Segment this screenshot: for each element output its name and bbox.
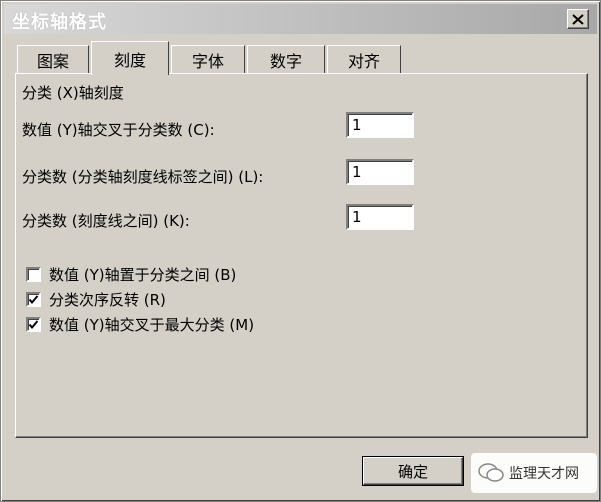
tab-number[interactable]: 数字 bbox=[247, 45, 325, 73]
reverse-order-checkbox[interactable] bbox=[26, 292, 41, 307]
tab-label: 对齐 bbox=[347, 51, 380, 71]
max-category-checkbox[interactable] bbox=[26, 317, 41, 332]
checkbox-row-reverse-order[interactable]: 分类次序反转 (R) bbox=[26, 289, 166, 310]
tab-alignment[interactable]: 对齐 bbox=[327, 45, 401, 73]
tab-label: 刻度 bbox=[113, 50, 146, 70]
tick-interval-label: 分类数 (刻度线之间) (K): bbox=[22, 212, 190, 230]
ok-button-label: 确定 bbox=[397, 462, 428, 481]
tab-panel-scale: 分类 (X)轴刻度 数值 (Y)轴交叉于分类数 (C): 分类数 (分类轴刻度线… bbox=[15, 73, 588, 438]
label-interval-label: 分类数 (分类轴刻度线标签之间) (L): bbox=[22, 168, 264, 186]
tick-interval-input[interactable] bbox=[346, 204, 414, 230]
checkbox-label: 数值 (Y)轴置于分类之间 (B) bbox=[49, 266, 237, 284]
watermark: 监理天才网 bbox=[471, 453, 597, 493]
checkbox-row-between-categories[interactable]: 数值 (Y)轴置于分类之间 (B) bbox=[26, 264, 236, 285]
between-categories-checkbox[interactable] bbox=[26, 267, 41, 282]
checkbox-row-max-category[interactable]: 数值 (Y)轴交叉于最大分类 (M) bbox=[26, 314, 254, 335]
wechat-icon bbox=[478, 463, 504, 482]
tab-label: 数字 bbox=[269, 51, 302, 71]
tab-scale[interactable]: 刻度 bbox=[91, 41, 169, 75]
tab-patterns[interactable]: 图案 bbox=[17, 45, 89, 73]
close-button[interactable] bbox=[567, 9, 589, 29]
checkbox-label: 分类次序反转 (R) bbox=[49, 291, 166, 309]
crosses-at-label: 数值 (Y)轴交叉于分类数 (C): bbox=[22, 121, 215, 139]
ok-button[interactable]: 确定 bbox=[363, 457, 463, 485]
crosses-at-input[interactable] bbox=[346, 112, 414, 138]
close-icon bbox=[572, 13, 584, 25]
dialog-window: 坐标轴格式 图案 刻度 字体 数字 对齐 分类 (X)轴刻度 数值 (Y)轴交叉… bbox=[0, 0, 601, 502]
tab-font[interactable]: 字体 bbox=[171, 45, 245, 73]
checkmark-icon bbox=[28, 320, 39, 330]
checkbox-label: 数值 (Y)轴交叉于最大分类 (M) bbox=[49, 316, 255, 334]
title-bar: 坐标轴格式 bbox=[4, 4, 597, 34]
label-interval-input[interactable] bbox=[346, 159, 414, 185]
window-title: 坐标轴格式 bbox=[12, 12, 107, 33]
watermark-text: 监理天才网 bbox=[509, 466, 579, 482]
checkmark-icon bbox=[28, 295, 39, 305]
group-label: 分类 (X)轴刻度 bbox=[22, 84, 124, 102]
tab-label: 字体 bbox=[191, 51, 224, 71]
tab-label: 图案 bbox=[36, 51, 69, 71]
